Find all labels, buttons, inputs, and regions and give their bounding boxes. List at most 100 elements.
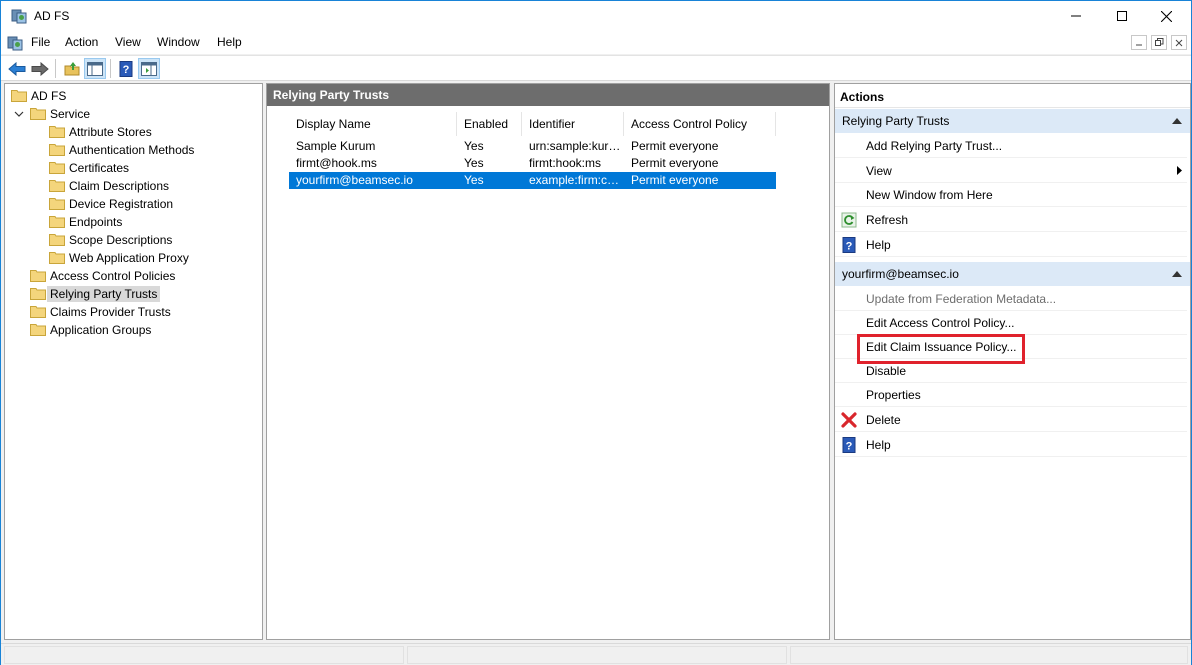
svg-text:?: ?	[846, 441, 853, 453]
table-row[interactable]: Sample Kurum Yes urn:sample:kuru... Perm…	[289, 138, 776, 155]
folder-icon	[49, 180, 65, 192]
menu-window[interactable]: Window	[157, 35, 200, 49]
column-header-access-control-policy[interactable]: Access Control Policy	[624, 112, 776, 136]
folder-icon	[30, 306, 46, 318]
menu-file[interactable]: File	[31, 35, 50, 49]
help-toolbar-button[interactable]: ?	[115, 58, 137, 79]
status-bar	[1, 643, 1191, 665]
folder-up-icon	[64, 61, 80, 75]
maximize-icon	[1117, 11, 1127, 21]
chevron-down-icon[interactable]	[14, 109, 24, 119]
show-hide-console-tree-button[interactable]	[84, 58, 106, 79]
column-header-enabled[interactable]: Enabled	[457, 112, 522, 136]
help-book-icon: ?	[842, 437, 856, 453]
close-button[interactable]	[1143, 1, 1189, 31]
tree-item-claim-descriptions[interactable]: Claim Descriptions	[49, 177, 169, 194]
help-book-icon: ?	[842, 237, 856, 253]
action-help-2[interactable]: ? Help	[835, 432, 1187, 457]
forward-button[interactable]	[29, 58, 51, 79]
action-pane-icon	[141, 61, 157, 76]
window-title: AD FS	[34, 9, 70, 23]
actions-pane: Actions Relying Party Trusts Add Relying…	[834, 83, 1191, 640]
column-header-identifier[interactable]: Identifier	[522, 112, 624, 136]
action-new-window-from-here[interactable]: New Window from Here	[835, 182, 1187, 207]
forward-arrow-icon	[31, 61, 49, 76]
action-refresh[interactable]: Refresh	[835, 207, 1187, 232]
folder-icon	[49, 234, 65, 246]
toolbar-separator	[55, 59, 56, 78]
menu-help[interactable]: Help	[217, 35, 242, 49]
actions-pane-title: Actions	[835, 84, 1190, 108]
console-tree-icon	[87, 61, 103, 76]
mdi-minimize-button[interactable]	[1131, 35, 1147, 50]
status-segment	[4, 646, 404, 664]
folder-icon	[30, 288, 46, 300]
toolbar: ?	[1, 55, 1191, 81]
svg-text:?: ?	[846, 241, 853, 253]
mmc-system-menu-icon[interactable]	[7, 35, 23, 51]
back-arrow-icon	[8, 61, 26, 76]
folder-icon	[49, 198, 65, 210]
help-book-icon: ?	[119, 60, 133, 77]
refresh-icon	[841, 212, 857, 228]
column-header-display-name[interactable]: Display Name	[289, 112, 457, 136]
console-tree-pane: AD FS Service Attribute Stores Authentic…	[4, 83, 263, 640]
table-row[interactable]: firmt@hook.ms Yes firmt:hook:ms Permit e…	[289, 155, 776, 172]
table-row-selected[interactable]: yourfirm@beamsec.io Yes example:firm:com…	[289, 172, 776, 189]
action-help-1[interactable]: ? Help	[835, 232, 1187, 257]
collapse-up-icon[interactable]	[1172, 118, 1182, 124]
mdi-close-button[interactable]	[1171, 35, 1187, 50]
status-segment	[790, 646, 1188, 664]
tree-item-authentication-methods[interactable]: Authentication Methods	[49, 141, 194, 158]
actions-section-selected-item[interactable]: yourfirm@beamsec.io	[835, 262, 1190, 286]
tree-item-access-control-policies[interactable]: Access Control Policies	[30, 267, 175, 284]
tree-item-scope-descriptions[interactable]: Scope Descriptions	[49, 231, 172, 248]
minimize-icon	[1071, 15, 1081, 17]
close-icon	[1160, 10, 1172, 22]
show-hide-action-pane-button[interactable]	[138, 58, 160, 79]
result-pane: Relying Party Trusts Display Name Enable…	[266, 83, 830, 640]
collapse-up-icon[interactable]	[1172, 271, 1182, 277]
adfs-window: AD FS File Action View Window Help ? AD …	[0, 0, 1192, 665]
toolbar-separator	[110, 59, 111, 78]
submenu-arrow-icon	[1177, 166, 1182, 175]
folder-icon	[30, 324, 46, 336]
action-view[interactable]: View	[835, 158, 1187, 183]
folder-icon	[49, 252, 65, 264]
maximize-button[interactable]	[1099, 1, 1145, 31]
tree-item-relying-party-trusts[interactable]: Relying Party Trusts	[30, 285, 161, 302]
tree-item-endpoints[interactable]: Endpoints	[49, 213, 122, 230]
title-bar: AD FS	[1, 1, 1191, 31]
tree-item-application-groups[interactable]: Application Groups	[30, 321, 151, 338]
tree-item-web-application-proxy[interactable]: Web Application Proxy	[49, 249, 189, 266]
action-add-relying-party-trust[interactable]: Add Relying Party Trust...	[835, 133, 1187, 158]
tree-item-device-registration[interactable]: Device Registration	[49, 195, 173, 212]
tree-item-attribute-stores[interactable]: Attribute Stores	[49, 123, 152, 140]
menu-view[interactable]: View	[115, 35, 141, 49]
result-pane-header: Relying Party Trusts	[267, 84, 829, 106]
folder-icon	[30, 270, 46, 282]
menu-bar: File Action View Window Help	[1, 31, 1191, 54]
folder-icon	[30, 108, 46, 120]
folder-icon	[49, 216, 65, 228]
action-edit-access-control-policy[interactable]: Edit Access Control Policy...	[835, 310, 1187, 335]
restore-icon	[1154, 38, 1163, 46]
status-segment	[407, 646, 787, 664]
back-button[interactable]	[6, 58, 28, 79]
action-properties[interactable]: Properties	[835, 382, 1187, 407]
tree-item-service[interactable]: Service	[30, 105, 90, 122]
folder-icon	[49, 126, 65, 138]
action-delete[interactable]: Delete	[835, 407, 1187, 432]
action-disable[interactable]: Disable	[835, 358, 1187, 383]
tree-item-certificates[interactable]: Certificates	[49, 159, 129, 176]
actions-section-relying-party-trusts[interactable]: Relying Party Trusts	[835, 109, 1190, 133]
action-update-from-federation-metadata: Update from Federation Metadata...	[835, 286, 1187, 311]
minimize-button[interactable]	[1053, 1, 1099, 31]
folder-icon	[49, 144, 65, 156]
mdi-restore-button[interactable]	[1151, 35, 1167, 50]
menu-action[interactable]: Action	[65, 35, 98, 49]
tree-item-adfs-root[interactable]: AD FS	[11, 87, 66, 104]
tree-item-claims-provider-trusts[interactable]: Claims Provider Trusts	[30, 303, 171, 320]
up-one-level-button[interactable]	[61, 58, 83, 79]
close-icon	[1175, 39, 1183, 46]
